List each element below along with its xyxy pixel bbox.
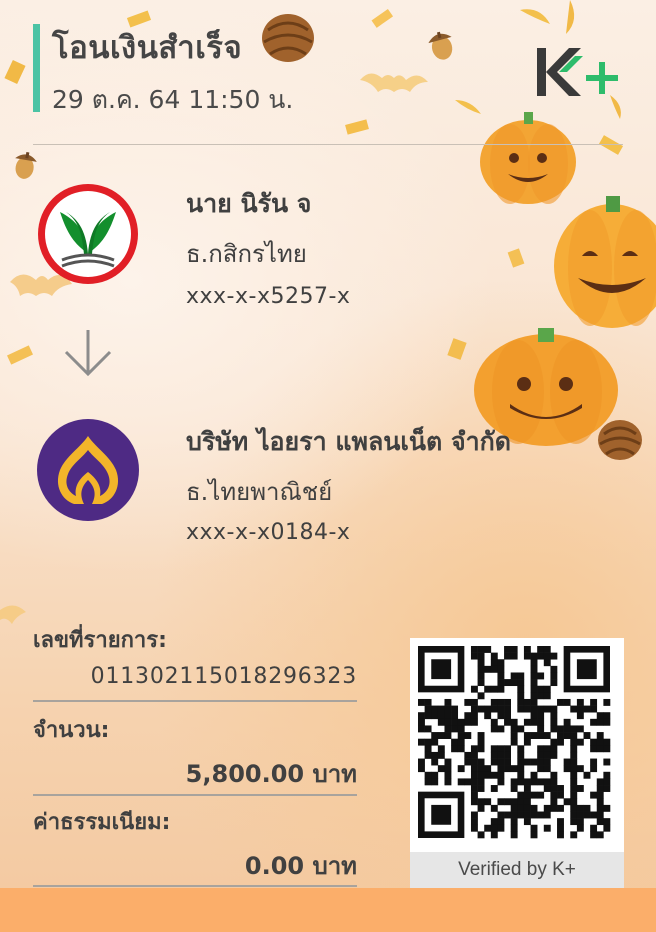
- sender-bank: ธ.กสิกรไทย: [186, 240, 307, 268]
- qr-caption: Verified by K+: [410, 852, 624, 888]
- ref-label: เลขที่รายการ:: [33, 628, 167, 653]
- header-divider: [33, 144, 623, 145]
- kasikorn-bank-logo: [38, 184, 138, 284]
- ref-value: 011302115018296323: [90, 664, 357, 689]
- receiver-bank: ธ.ไทยพาณิชย์: [186, 478, 333, 506]
- receiver-account: xxx-x-x0184-x: [186, 520, 351, 545]
- amount-value: 5,800.00 บาท: [185, 760, 357, 788]
- sender-name: นาย นิรัน จ: [186, 189, 312, 218]
- divider: [33, 700, 357, 702]
- footer-bar: [0, 888, 656, 932]
- transfer-slip: โอนเงินสำเร็จ 29 ต.ค. 64 11:50 น. นาย นิ…: [0, 0, 656, 932]
- header-accent-bar: [33, 24, 40, 112]
- transfer-datetime: 29 ต.ค. 64 11:50 น.: [52, 85, 294, 114]
- qr-code-image: [418, 646, 611, 839]
- fee-value: 0.00 บาท: [244, 852, 357, 880]
- fee-label: ค่าธรรมเนียม:: [33, 810, 171, 835]
- divider: [33, 885, 357, 887]
- kplus-logo: [537, 48, 618, 96]
- scb-bank-logo: [37, 419, 139, 521]
- verification-qr-code: [410, 638, 624, 888]
- page-title: โอนเงินสำเร็จ: [52, 30, 243, 66]
- receiver-name: บริษัท ไอยรา แพลนเน็ต จำกัด: [186, 427, 511, 456]
- arrow-down-icon: [64, 330, 112, 377]
- divider: [33, 794, 357, 796]
- sender-account: xxx-x-x5257-x: [186, 284, 351, 309]
- amount-label: จำนวน:: [33, 718, 110, 743]
